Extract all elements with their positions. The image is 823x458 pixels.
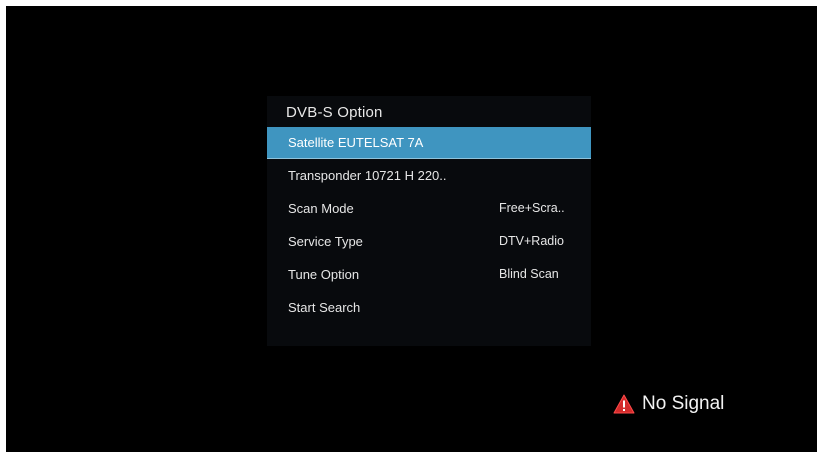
no-signal-text: No Signal <box>642 393 725 414</box>
menu-item-value: Blind Scan <box>499 267 559 281</box>
menu-item-value: DTV+Radio <box>499 234 564 248</box>
menu-item-label: Start Search <box>288 300 361 315</box>
warning-icon <box>613 394 635 414</box>
menu-item-scan-mode[interactable]: Scan Mode Free+Scra.. <box>267 192 591 225</box>
menu-item-label: Satellite EUTELSAT 7A <box>288 135 424 150</box>
tv-screen: DVB-S Option Satellite EUTELSAT 7A Trans… <box>6 6 817 452</box>
menu-item-satellite[interactable]: Satellite EUTELSAT 7A <box>267 127 591 159</box>
menu-item-service-type[interactable]: Service Type DTV+Radio <box>267 225 591 258</box>
menu-title: DVB-S Option <box>286 104 383 121</box>
menu-item-value: Free+Scra.. <box>499 201 565 215</box>
menu-item-tune-option[interactable]: Tune Option Blind Scan <box>267 258 591 291</box>
menu-item-transponder[interactable]: Transponder 10721 H 220.. <box>267 159 591 192</box>
menu-item-start-search[interactable]: Start Search <box>267 291 591 324</box>
menu-item-label: Service Type <box>288 234 363 249</box>
no-signal-indicator: No Signal <box>613 392 724 416</box>
dvb-s-option-menu: DVB-S Option Satellite EUTELSAT 7A Trans… <box>267 96 591 346</box>
menu-list: Satellite EUTELSAT 7A Transponder 10721 … <box>267 127 591 324</box>
menu-item-label: Tune Option <box>288 267 360 282</box>
menu-item-label: Transponder 10721 H 220.. <box>288 168 447 183</box>
menu-item-label: Scan Mode <box>288 201 354 216</box>
